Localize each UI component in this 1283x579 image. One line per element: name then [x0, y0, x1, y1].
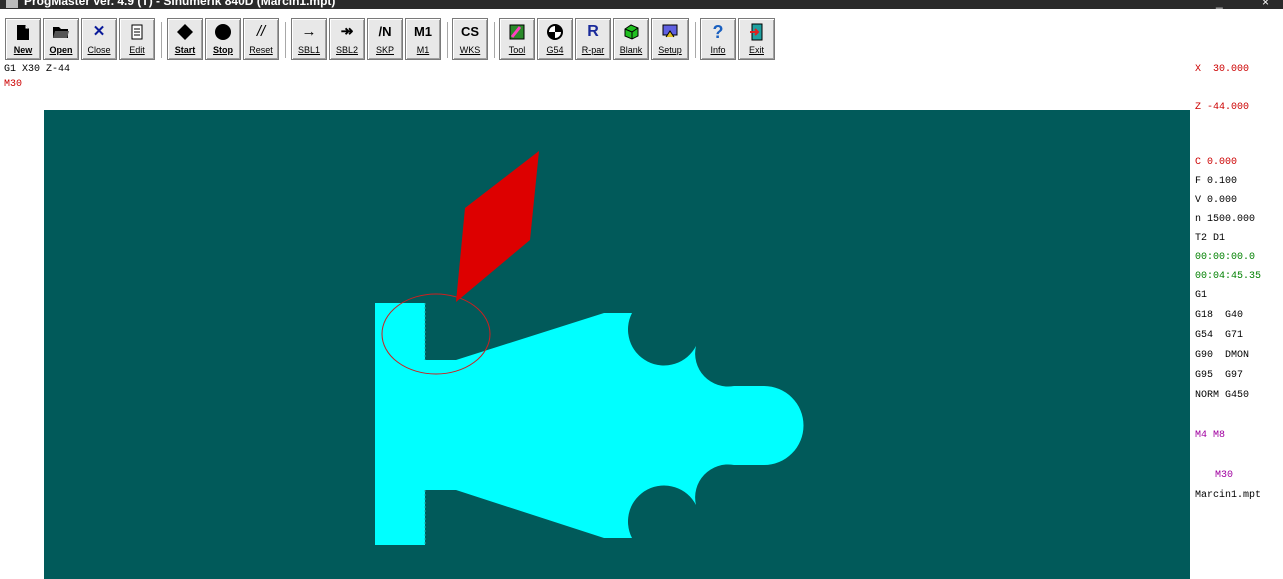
tool-number: T2 D1	[1195, 233, 1226, 244]
toolbar-separator	[695, 22, 697, 58]
single-arrow-icon: →	[301, 23, 317, 40]
toolbar-separator	[285, 22, 287, 58]
setup-icon	[652, 20, 688, 44]
simulation-canvas	[375, 151, 804, 545]
reset-icon: //	[256, 23, 266, 40]
wks-button[interactable]: CS WKS	[452, 18, 488, 60]
gcode-group: G90 DMON	[1195, 350, 1250, 361]
reset-button[interactable]: // Reset	[243, 18, 279, 60]
open-button[interactable]: Open	[43, 18, 79, 60]
close-button[interactable]: ✕ Close	[81, 18, 117, 60]
toolbar-separator	[447, 22, 449, 58]
toolbar-separator	[161, 22, 163, 58]
z-position: Z -44.000	[1195, 102, 1250, 113]
start-button[interactable]: Start	[167, 18, 203, 60]
new-file-icon	[6, 20, 40, 44]
workpiece	[375, 303, 804, 545]
cutting-speed: V 0.000	[1195, 195, 1238, 206]
edit-button[interactable]: Edit	[119, 18, 155, 60]
c-position: C 0.000	[1195, 157, 1238, 168]
edit-document-icon	[120, 20, 154, 44]
start-diamond-icon	[168, 20, 202, 44]
window-title: ProgMaster ver. 4.9 (T) - Sinumerik 840D…	[24, 0, 336, 8]
help-question-icon: ?	[712, 22, 724, 42]
g54-origin-icon	[538, 20, 572, 44]
next-block: M30	[4, 79, 23, 90]
g54-button[interactable]: G54	[537, 18, 573, 60]
simulation-viewport[interactable]	[44, 110, 1190, 579]
gcode-group: G54 G71	[1195, 330, 1244, 341]
stop-circle-icon	[206, 20, 240, 44]
r-parameter-icon: R	[587, 23, 599, 40]
app-icon	[6, 0, 18, 8]
stop-button[interactable]: Stop	[205, 18, 241, 60]
feed-rate: F 0.100	[1195, 176, 1238, 187]
sbl1-button[interactable]: → SBL1	[291, 18, 327, 60]
blank-button[interactable]: Blank	[613, 18, 649, 60]
m-codes: M4 M8	[1195, 430, 1226, 441]
toolbar: New Open ✕ Close Edit Start Stop // Rese…	[0, 9, 1283, 60]
close-x-icon: ✕	[92, 23, 106, 40]
exit-button[interactable]: Exit	[738, 18, 775, 60]
title-bar: ProgMaster ver. 4.9 (T) - Sinumerik 840D…	[0, 0, 1283, 9]
info-button[interactable]: ? Info	[700, 18, 736, 60]
total-time: 00:04:45.35	[1195, 271, 1262, 282]
toolbar-separator	[494, 22, 496, 58]
cutting-tool-insert	[456, 151, 539, 302]
current-block: G1 X30 Z-44	[4, 64, 71, 75]
rpar-button[interactable]: R R-par	[575, 18, 611, 60]
setup-button[interactable]: Setup	[651, 18, 689, 60]
m1-button[interactable]: M1 M1	[405, 18, 441, 60]
exit-door-icon	[739, 20, 774, 44]
cycle-time: 00:00:00.0	[1195, 252, 1256, 263]
gcode-group: G95 G97	[1195, 370, 1244, 381]
tool-button[interactable]: Tool	[499, 18, 535, 60]
coordinate-system-icon: CS	[460, 24, 480, 39]
blank-cube-icon	[614, 20, 648, 44]
tool-icon	[500, 20, 534, 44]
spindle-speed: n 1500.000	[1195, 214, 1256, 225]
new-button[interactable]: New	[5, 18, 41, 60]
sbl2-button[interactable]: ↠ SBL2	[329, 18, 365, 60]
program-end: M30	[1215, 470, 1234, 481]
double-arrow-icon: ↠	[340, 23, 354, 40]
m1-stop-icon: M1	[413, 24, 433, 39]
active-gcode: G1	[1195, 290, 1208, 301]
skip-block-icon: /N	[378, 24, 392, 39]
status-panel: X 30.000 Z -44.000 C 0.000 F 0.100 V 0.0…	[1195, 0, 1283, 579]
gcode-group: NORM G450	[1195, 390, 1250, 401]
gcode-group: G18 G40	[1195, 310, 1244, 321]
file-name: Marcin1.mpt	[1195, 490, 1262, 501]
x-position: X 30.000	[1195, 64, 1250, 75]
open-folder-icon	[44, 20, 78, 44]
skp-button[interactable]: /N SKP	[367, 18, 403, 60]
